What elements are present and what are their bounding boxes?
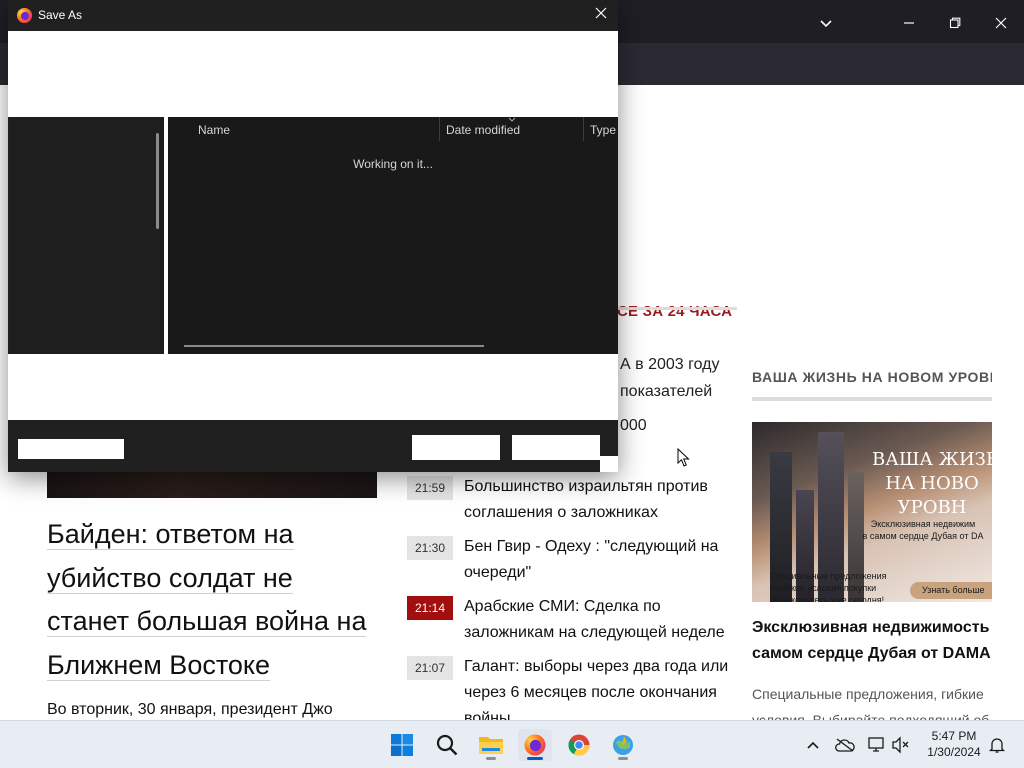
ad-small-line: Ознакомьтесь уже сегодня! bbox=[770, 595, 885, 602]
active-indicator bbox=[527, 757, 543, 760]
save-button[interactable] bbox=[412, 435, 500, 460]
aside-description: Специальные предложения, гибкие условия.… bbox=[752, 681, 992, 720]
ad-small-line: и гибкие условия покупки bbox=[770, 583, 877, 593]
clock-date: 1/30/2024 bbox=[927, 745, 981, 759]
column-date-modified[interactable]: Date modified bbox=[446, 123, 520, 137]
column-separator[interactable] bbox=[439, 117, 440, 141]
clock-time: 5:47 PM bbox=[931, 729, 977, 743]
headline-line[interactable]: убийство солдат не bbox=[47, 562, 293, 594]
mouse-cursor-icon bbox=[677, 448, 690, 467]
ad-subtitle-line: в самом сердце Дубая от DA bbox=[862, 531, 984, 541]
aside-title-line[interactable]: Эксклюзивная недвижимость bbox=[752, 615, 992, 641]
dialog-titlebar[interactable]: Save As bbox=[8, 0, 618, 31]
article-lead: Во вторник, 30 января, президент Джо bbox=[47, 701, 333, 718]
filename-fields-area bbox=[8, 354, 618, 420]
column-separator[interactable] bbox=[583, 117, 584, 141]
ad-subtitle-line: Эксклюзивная недвижим bbox=[870, 519, 976, 529]
section-heading: СЕ ЗА 24 ЧАСА bbox=[617, 303, 733, 320]
dialog-button-bar bbox=[8, 420, 618, 472]
loading-status: Working on it... bbox=[353, 157, 433, 171]
notifications-bell-icon[interactable] bbox=[986, 734, 1008, 756]
section-divider bbox=[600, 307, 737, 310]
news-partial-line[interactable]: 000 bbox=[620, 417, 647, 435]
news-time-hot: 21:14 bbox=[407, 596, 453, 620]
main-headline[interactable]: Байден: ответом на убийство солдат не ст… bbox=[47, 513, 387, 687]
file-list-pane[interactable]: Name Date modified Type Working on it... bbox=[168, 117, 618, 354]
ad-subtitle: Эксклюзивная недвижим в самом сердце Дуб… bbox=[854, 518, 992, 542]
running-indicator bbox=[486, 757, 496, 760]
search-icon bbox=[436, 734, 458, 756]
aside-desc-line: условия. Выбирайте подходящий об bbox=[752, 712, 990, 720]
horizontal-scrollbar[interactable] bbox=[184, 345, 484, 347]
close-window-icon[interactable] bbox=[986, 8, 1016, 36]
navigation-scrollbar[interactable] bbox=[156, 133, 159, 229]
ad-small-line: Специальные предложения bbox=[770, 571, 887, 581]
headline-line[interactable]: Байден: ответом на bbox=[47, 519, 294, 550]
news-time: 21:59 bbox=[407, 476, 453, 500]
network-icon[interactable] bbox=[866, 734, 888, 756]
taskbar: 5:47 PM 1/30/2024 bbox=[0, 720, 1024, 768]
ad-cta-button[interactable]: Узнать больше bbox=[910, 582, 992, 599]
running-indicator bbox=[618, 757, 628, 760]
dialog-title: Save As bbox=[38, 8, 83, 22]
taskbar-chrome[interactable] bbox=[562, 729, 596, 761]
ad-banner[interactable]: ВАША ЖИЗН НА НОВО УРОВН Эксклюзивная нед… bbox=[752, 422, 992, 602]
firefox-icon bbox=[16, 7, 33, 24]
taskbar-firefox[interactable] bbox=[518, 729, 552, 761]
column-type[interactable]: Type bbox=[590, 123, 616, 137]
news-link[interactable]: Большинство израильтян против соглашения… bbox=[464, 474, 739, 526]
browser-app-icon bbox=[613, 735, 633, 755]
ad-title-line: ВАША ЖИЗН bbox=[872, 449, 992, 470]
onedrive-icon[interactable] bbox=[834, 734, 856, 756]
taskbar-browser-app[interactable] bbox=[606, 729, 640, 761]
search-button[interactable] bbox=[430, 729, 464, 761]
ad-title: ВАША ЖИЗН НА НОВО УРОВН bbox=[872, 448, 992, 520]
article-image[interactable] bbox=[47, 471, 377, 498]
hide-folders-button[interactable] bbox=[18, 439, 124, 459]
column-name[interactable]: Name bbox=[198, 123, 230, 137]
start-icon bbox=[391, 734, 413, 756]
minimize-icon[interactable] bbox=[894, 8, 924, 36]
aside-title[interactable]: Эксклюзивная недвижимость самом сердце Д… bbox=[752, 615, 992, 667]
file-explorer-icon bbox=[479, 737, 503, 754]
restore-icon[interactable] bbox=[940, 8, 970, 36]
cancel-button[interactable] bbox=[512, 435, 600, 460]
news-partial-line[interactable]: показателей bbox=[620, 383, 712, 401]
start-button[interactable] bbox=[385, 729, 419, 761]
headline-line[interactable]: станет большая война на bbox=[47, 606, 367, 637]
aside-title-line[interactable]: самом сердце Дубая от DAMA bbox=[752, 641, 992, 667]
ad-small-text: Специальные предложения и гибкие условия… bbox=[770, 570, 910, 602]
news-link[interactable]: Арабские СМИ: Сделка по заложникам на сл… bbox=[464, 594, 739, 646]
dialog-close-icon[interactable] bbox=[588, 4, 614, 26]
tab-list-chevron-icon[interactable] bbox=[811, 8, 841, 36]
taskbar-file-explorer[interactable] bbox=[474, 729, 508, 761]
news-link[interactable]: Галант: выборы через два года или через … bbox=[464, 654, 739, 720]
chrome-icon bbox=[568, 734, 590, 756]
navigation-pane[interactable] bbox=[10, 117, 164, 354]
headline-line[interactable]: Ближнем Востоке bbox=[47, 649, 271, 681]
volume-muted-icon[interactable] bbox=[890, 734, 912, 756]
save-as-dialog[interactable]: Save As Name Date modified Type Working … bbox=[8, 0, 618, 472]
ad-title-line: НА НОВО bbox=[885, 473, 979, 494]
system-clock[interactable]: 5:47 PM 1/30/2024 bbox=[918, 728, 990, 760]
news-time: 21:07 bbox=[407, 656, 453, 680]
aside-desc-line: Специальные предложения, гибкие bbox=[752, 686, 984, 702]
aside-heading: ВАША ЖИЗНЬ НА НОВОМ УРОВНЕ bbox=[752, 369, 992, 385]
sort-chevron-icon bbox=[508, 117, 516, 122]
news-link[interactable]: Бен Гвир - Одеху : "следующий на очереди… bbox=[464, 534, 739, 586]
news-partial-line[interactable]: А в 2003 году bbox=[620, 356, 719, 374]
tray-overflow-icon[interactable] bbox=[802, 734, 824, 756]
firefox-icon bbox=[524, 734, 546, 756]
dialog-address-area bbox=[8, 31, 618, 117]
resize-grip[interactable] bbox=[600, 456, 618, 472]
ad-title-line: УРОВН bbox=[897, 497, 967, 518]
news-time: 21:30 bbox=[407, 536, 453, 560]
aside-divider bbox=[752, 397, 992, 401]
